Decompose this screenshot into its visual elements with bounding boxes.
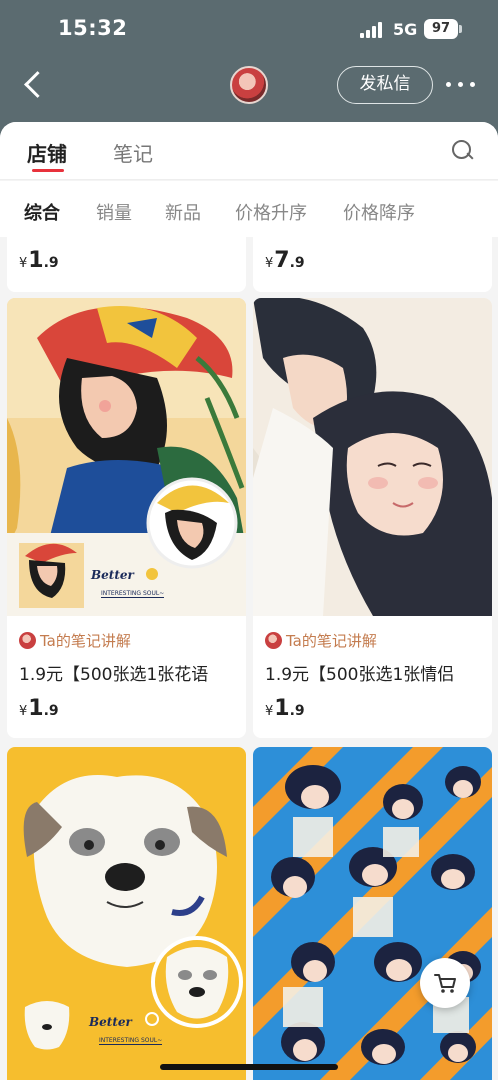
image-tag-sub: INTERESTING SOUL~ <box>99 1037 163 1045</box>
product-image <box>253 298 492 616</box>
image-tag: Better <box>89 1015 132 1029</box>
filter-price-desc[interactable]: 价格降序 <box>343 199 415 225</box>
product-price: ¥1.9 <box>265 696 305 721</box>
product-card[interactable]: Ta的笔记讲解 1.9元【500张选1张情侣 ¥1.9 <box>253 298 492 738</box>
cart-icon <box>434 974 456 993</box>
product-card[interactable] <box>253 747 492 1080</box>
product-card[interactable]: ¥7.9 <box>253 230 492 292</box>
tab-active-indicator <box>32 169 64 172</box>
image-tag: Better <box>91 568 134 582</box>
search-icon[interactable] <box>452 140 474 162</box>
avatar[interactable] <box>230 66 268 104</box>
product-title: 1.9元【500张选1张情侣 <box>265 665 455 685</box>
note-link[interactable]: Ta的笔记讲解 <box>19 630 131 651</box>
status-time: 15:32 <box>58 16 128 40</box>
product-price: ¥7.9 <box>265 248 305 273</box>
filter-new[interactable]: 新品 <box>165 199 201 225</box>
product-card[interactable]: Better INTERESTING SOUL~ <box>7 747 246 1080</box>
tab-notes[interactable]: 笔记 <box>113 138 153 167</box>
status-bar: 15:32 5G 97 <box>0 0 498 58</box>
product-price: ¥1.9 <box>19 248 59 273</box>
filter-sales[interactable]: 销量 <box>96 199 132 225</box>
product-title: 1.9元【500张选1张花语 <box>19 665 209 685</box>
note-link[interactable]: Ta的笔记讲解 <box>265 630 377 651</box>
store-sheet: 店铺 笔记 综合 销量 新品 价格升序 价格降序 ¥1.9 ¥7.9 Bette… <box>0 122 498 1080</box>
mini-avatar <box>19 632 36 649</box>
back-icon[interactable] <box>18 70 48 100</box>
mini-avatar <box>265 632 282 649</box>
product-image: Better INTERESTING SOUL~ <box>7 298 246 616</box>
image-tag-sub: INTERESTING SOUL~ <box>101 590 165 598</box>
cart-button[interactable] <box>420 958 470 1008</box>
filter-comprehensive[interactable]: 综合 <box>24 199 60 225</box>
filter-bar: 综合 销量 新品 价格升序 价格降序 <box>0 181 498 237</box>
tab-store[interactable]: 店铺 <box>27 138 67 167</box>
home-indicator <box>160 1064 338 1070</box>
header: 发私信 <box>0 58 498 122</box>
tab-bar: 店铺 笔记 <box>0 122 498 180</box>
dm-button[interactable]: 发私信 <box>337 66 433 104</box>
network-label: 5G <box>393 20 418 39</box>
product-image <box>253 747 492 1080</box>
more-icon[interactable] <box>446 82 476 88</box>
signal-icon <box>360 22 384 38</box>
battery-indicator: 97 <box>424 19 462 39</box>
product-card[interactable]: Better INTERESTING SOUL~ Ta的笔记讲解 1.9元【50… <box>7 298 246 738</box>
product-price: ¥1.9 <box>19 696 59 721</box>
filter-price-asc[interactable]: 价格升序 <box>235 199 307 225</box>
product-image: Better INTERESTING SOUL~ <box>7 747 246 1080</box>
product-card[interactable]: ¥1.9 <box>7 230 246 292</box>
